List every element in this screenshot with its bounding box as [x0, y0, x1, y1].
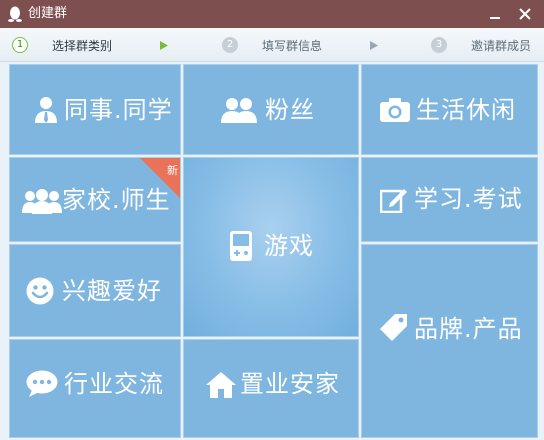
category-brand-label: 品牌.产品: [414, 315, 523, 343]
category-study-tile[interactable]: 学习.考试: [361, 157, 538, 242]
step-1-label: 选择群类别: [52, 39, 113, 53]
category-grid: 同事.同学 粉丝 生活休闲 家校.师生 新 游戏 学习.考试 兴趣爱好 品牌.产…: [0, 62, 544, 440]
smiley-icon: [26, 277, 54, 305]
category-fans-label: 粉丝: [265, 96, 315, 124]
category-leisure-label: 生活休闲: [416, 96, 516, 124]
step-arrow-icon: [370, 41, 378, 50]
step-progress-bar: 1 选择群类别 2 填写群信息 3 邀请群成员: [0, 28, 544, 62]
gamepad-icon: [230, 231, 252, 261]
step-arrow-icon: [160, 41, 168, 50]
category-realestate-label: 置业安家: [240, 370, 340, 398]
users-icon: [221, 98, 257, 123]
category-brand-tile[interactable]: 品牌.产品: [361, 244, 538, 438]
category-school-tile[interactable]: 家校.师生 新: [9, 157, 181, 242]
edit-icon: [380, 189, 407, 213]
penguin-logo-icon: [8, 6, 22, 22]
category-hobby-label: 兴趣爱好: [62, 277, 162, 305]
camera-icon: [380, 98, 410, 122]
window-title: 创建群: [28, 6, 68, 21]
category-fans-tile[interactable]: 粉丝: [183, 64, 359, 155]
new-badge-label: 新: [167, 164, 178, 177]
category-industry-label: 行业交流: [64, 370, 164, 398]
category-colleague-label: 同事.同学: [64, 96, 173, 124]
step-2-number: 2: [222, 37, 238, 53]
step-3-number: 3: [431, 37, 447, 53]
close-icon[interactable]: [516, 5, 534, 23]
category-game-label: 游戏: [264, 232, 314, 260]
category-realestate-tile[interactable]: 置业安家: [183, 339, 359, 438]
category-leisure-tile[interactable]: 生活休闲: [361, 64, 538, 155]
home-icon: [206, 372, 236, 398]
chat-bubble-icon: [26, 370, 58, 397]
minimize-icon[interactable]: [486, 5, 504, 23]
step-2-label: 填写群信息: [262, 39, 323, 53]
category-study-label: 学习.考试: [414, 185, 523, 213]
user-tie-icon: [35, 97, 57, 123]
tag-icon: [380, 314, 407, 341]
category-game-tile[interactable]: 游戏: [183, 157, 359, 337]
category-colleague-tile[interactable]: 同事.同学: [9, 64, 181, 155]
step-1-number: 1: [12, 37, 28, 53]
group-icon: [22, 189, 62, 214]
category-industry-tile[interactable]: 行业交流: [9, 339, 181, 438]
title-bar: 创建群: [0, 0, 544, 28]
step-3-label: 邀请群成员: [471, 39, 532, 53]
category-hobby-tile[interactable]: 兴趣爱好: [9, 244, 181, 337]
